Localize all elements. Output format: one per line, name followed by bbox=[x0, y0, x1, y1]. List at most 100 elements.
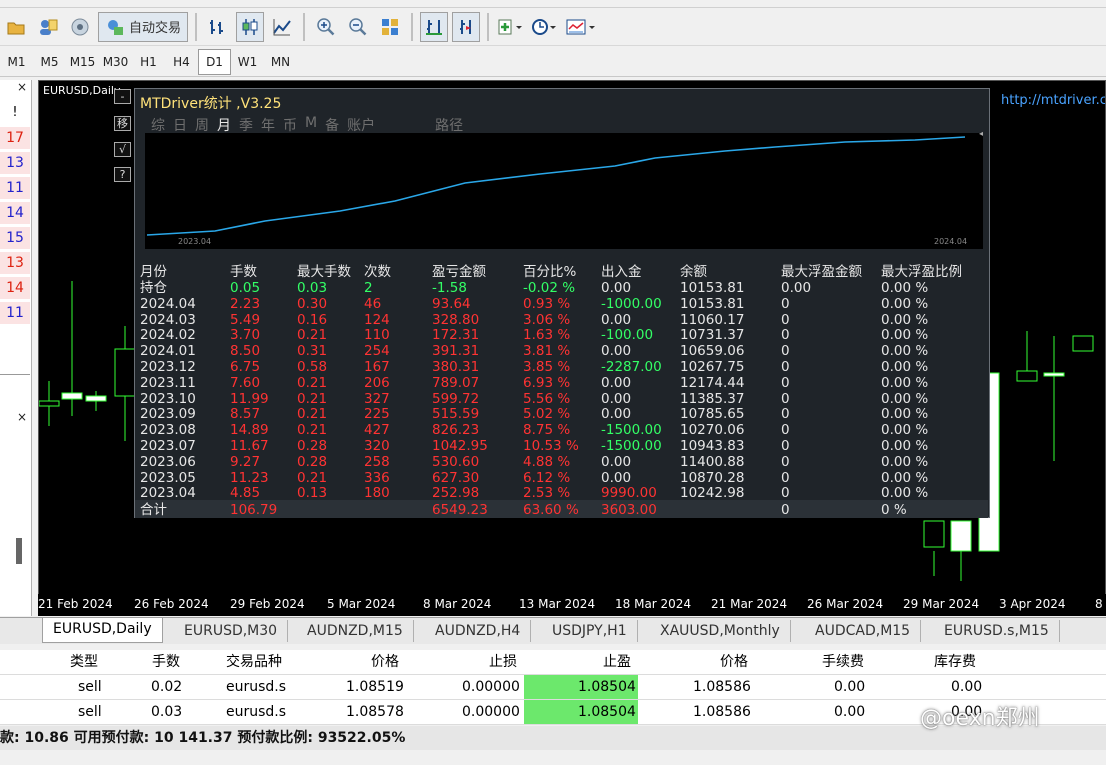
stat-count: 次数 bbox=[364, 264, 391, 280]
tile-windows-icon[interactable] bbox=[376, 12, 404, 42]
chart-tab-usdjpy-h1[interactable]: USDJPY,H1 bbox=[542, 620, 638, 642]
tab-currency[interactable]: 币 bbox=[283, 115, 297, 135]
trade-type: sell bbox=[78, 679, 102, 695]
spread-value: 11 bbox=[0, 302, 30, 324]
move-button[interactable]: 移 bbox=[114, 116, 131, 131]
scrollbar-thumb[interactable] bbox=[16, 538, 22, 564]
stat-flow: 3603.00 bbox=[601, 502, 657, 518]
timeframe-h4[interactable]: H4 bbox=[165, 49, 198, 75]
stat-max-float-pct: 0.00 % bbox=[881, 438, 929, 454]
stat-max-float-pct: 0.00 % bbox=[881, 280, 929, 296]
trade-current-price: 1.08586 bbox=[693, 704, 751, 720]
chart-tab-eurusd-s-m15[interactable]: EURUSD.s,M15 bbox=[934, 620, 1060, 642]
chart-tab-audcad-m15[interactable]: AUDCAD,M15 bbox=[805, 620, 922, 642]
folder-icon[interactable] bbox=[2, 12, 30, 42]
candle-body bbox=[1016, 370, 1038, 382]
stat-pnl: 252.98 bbox=[432, 485, 480, 502]
templates-icon[interactable] bbox=[564, 12, 598, 42]
zoom-in-icon[interactable] bbox=[312, 12, 340, 42]
stat-flow: -1500.00 bbox=[601, 438, 662, 454]
timeframe-h1[interactable]: H1 bbox=[132, 49, 165, 75]
tab-year[interactable]: 年 bbox=[261, 115, 275, 135]
stat-pnl: 93.64 bbox=[432, 295, 471, 312]
stat-max-lots: 0.03 bbox=[297, 280, 328, 296]
stat-month: 2023.12 bbox=[140, 359, 196, 375]
periods-clock-icon[interactable] bbox=[530, 12, 560, 42]
stat-max-lots: 0.13 bbox=[297, 485, 328, 502]
timeframe-m1[interactable]: M1 bbox=[0, 49, 33, 75]
tab-quarter[interactable]: 季 bbox=[239, 115, 253, 135]
timeframe-m15[interactable]: M15 bbox=[66, 49, 99, 75]
tab-month[interactable]: 月 bbox=[217, 115, 231, 135]
trade-stop-loss[interactable]: 0.00000 bbox=[462, 700, 520, 725]
close-icon[interactable]: × bbox=[17, 410, 27, 424]
timeframe-d1[interactable]: D1 bbox=[198, 48, 231, 75]
tab-week[interactable]: 周 bbox=[195, 115, 209, 135]
stat-pct: 6.93 % bbox=[523, 374, 571, 391]
stat-max-float: 0 bbox=[781, 295, 790, 312]
close-icon[interactable]: × bbox=[17, 80, 27, 94]
stat-max-lots: 0.21 bbox=[297, 327, 328, 344]
trade-type: sell bbox=[78, 704, 102, 720]
tab-account[interactable]: 账户 bbox=[347, 115, 375, 135]
stat-lots: 11.67 bbox=[230, 438, 269, 454]
signals-icon[interactable] bbox=[66, 12, 94, 42]
chart-tab-audnzd-m15[interactable]: AUDNZD,M15 bbox=[297, 620, 414, 642]
chart-tab-eurusd-m30[interactable]: EURUSD,M30 bbox=[174, 620, 289, 642]
spread-value: 14 bbox=[0, 202, 30, 224]
zoom-out-icon[interactable] bbox=[344, 12, 372, 42]
trade-take-profit[interactable]: 1.08504 bbox=[578, 675, 636, 700]
line-chart-icon[interactable] bbox=[268, 12, 296, 42]
timeframe-m30[interactable]: M30 bbox=[99, 49, 132, 75]
stat-pnl: 盈亏金额 bbox=[432, 264, 486, 280]
stat-count: 206 bbox=[364, 374, 390, 391]
timeframe-mn[interactable]: MN bbox=[264, 49, 297, 75]
tab-path[interactable]: 路径 bbox=[435, 115, 463, 135]
trade-stop-loss[interactable]: 0.00000 bbox=[462, 675, 520, 700]
stat-lots: 11.99 bbox=[230, 390, 269, 407]
stat-lots: 106.79 bbox=[230, 502, 278, 518]
chart-tab-eurusd-daily[interactable]: EURUSD,Daily bbox=[42, 618, 163, 643]
chart-tab-audnzd-h4[interactable]: AUDNZD,H4 bbox=[425, 620, 532, 642]
stat-lots: 7.60 bbox=[230, 374, 261, 391]
stat-pnl: 515.59 bbox=[432, 406, 480, 423]
stat-count: 254 bbox=[364, 343, 390, 360]
timeframe-m5[interactable]: M5 bbox=[33, 49, 66, 75]
timeframe-w1[interactable]: W1 bbox=[231, 49, 264, 75]
time-axis: 21 Feb 2024 26 Feb 2024 29 Feb 2024 5 Ma… bbox=[38, 594, 1106, 616]
autoscroll-icon[interactable] bbox=[452, 11, 481, 42]
stat-balance: 10267.75 bbox=[680, 359, 745, 375]
tab-backup[interactable]: 备 bbox=[325, 115, 339, 135]
stat-lots: 2.23 bbox=[230, 295, 261, 312]
stat-max-float-pct: 0.00 % bbox=[881, 406, 929, 423]
tab-summary[interactable]: 综 bbox=[151, 115, 165, 135]
bar-chart-icon[interactable] bbox=[204, 12, 232, 42]
check-button[interactable]: √ bbox=[114, 142, 131, 157]
chart-tab-xauusd-monthly[interactable]: XAUUSD,Monthly bbox=[650, 620, 791, 642]
trade-row[interactable]: sell 0.02 eurusd.s 1.08519 0.00000 1.085… bbox=[0, 675, 1106, 700]
col-swap: 库存费 bbox=[934, 654, 976, 670]
stat-max-lots: 0.21 bbox=[297, 469, 328, 486]
accounts-icon[interactable] bbox=[34, 12, 62, 42]
minimize-button[interactable]: - bbox=[114, 89, 131, 104]
spread-value: 14 bbox=[0, 277, 30, 299]
stat-balance: 10731.37 bbox=[680, 327, 745, 344]
stat-flow: 出入金 bbox=[601, 264, 642, 280]
trade-take-profit[interactable]: 1.08504 bbox=[578, 700, 636, 725]
stat-month: 2024.01 bbox=[140, 343, 196, 360]
x-tick-label: 29 Mar 2024 bbox=[903, 597, 980, 611]
help-button[interactable]: ? bbox=[114, 167, 131, 182]
tab-day[interactable]: 日 bbox=[173, 115, 187, 135]
tab-m[interactable]: M bbox=[305, 115, 317, 135]
candle-body bbox=[923, 520, 945, 548]
chart-shift-icon[interactable] bbox=[420, 11, 449, 42]
stat-balance: 10270.06 bbox=[680, 422, 745, 439]
stat-count: 320 bbox=[364, 438, 390, 454]
candlestick-icon[interactable] bbox=[236, 11, 265, 42]
autotrade-button[interactable]: 自动交易 bbox=[98, 11, 189, 42]
stat-pct: 0.93 % bbox=[523, 295, 571, 312]
mtdriver-link[interactable]: http://mtdriver.cn bbox=[1001, 93, 1105, 108]
stat-max-float-pct: 0.00 % bbox=[881, 359, 929, 375]
indicators-icon[interactable] bbox=[496, 12, 526, 42]
stat-lots: 8.57 bbox=[230, 406, 261, 423]
